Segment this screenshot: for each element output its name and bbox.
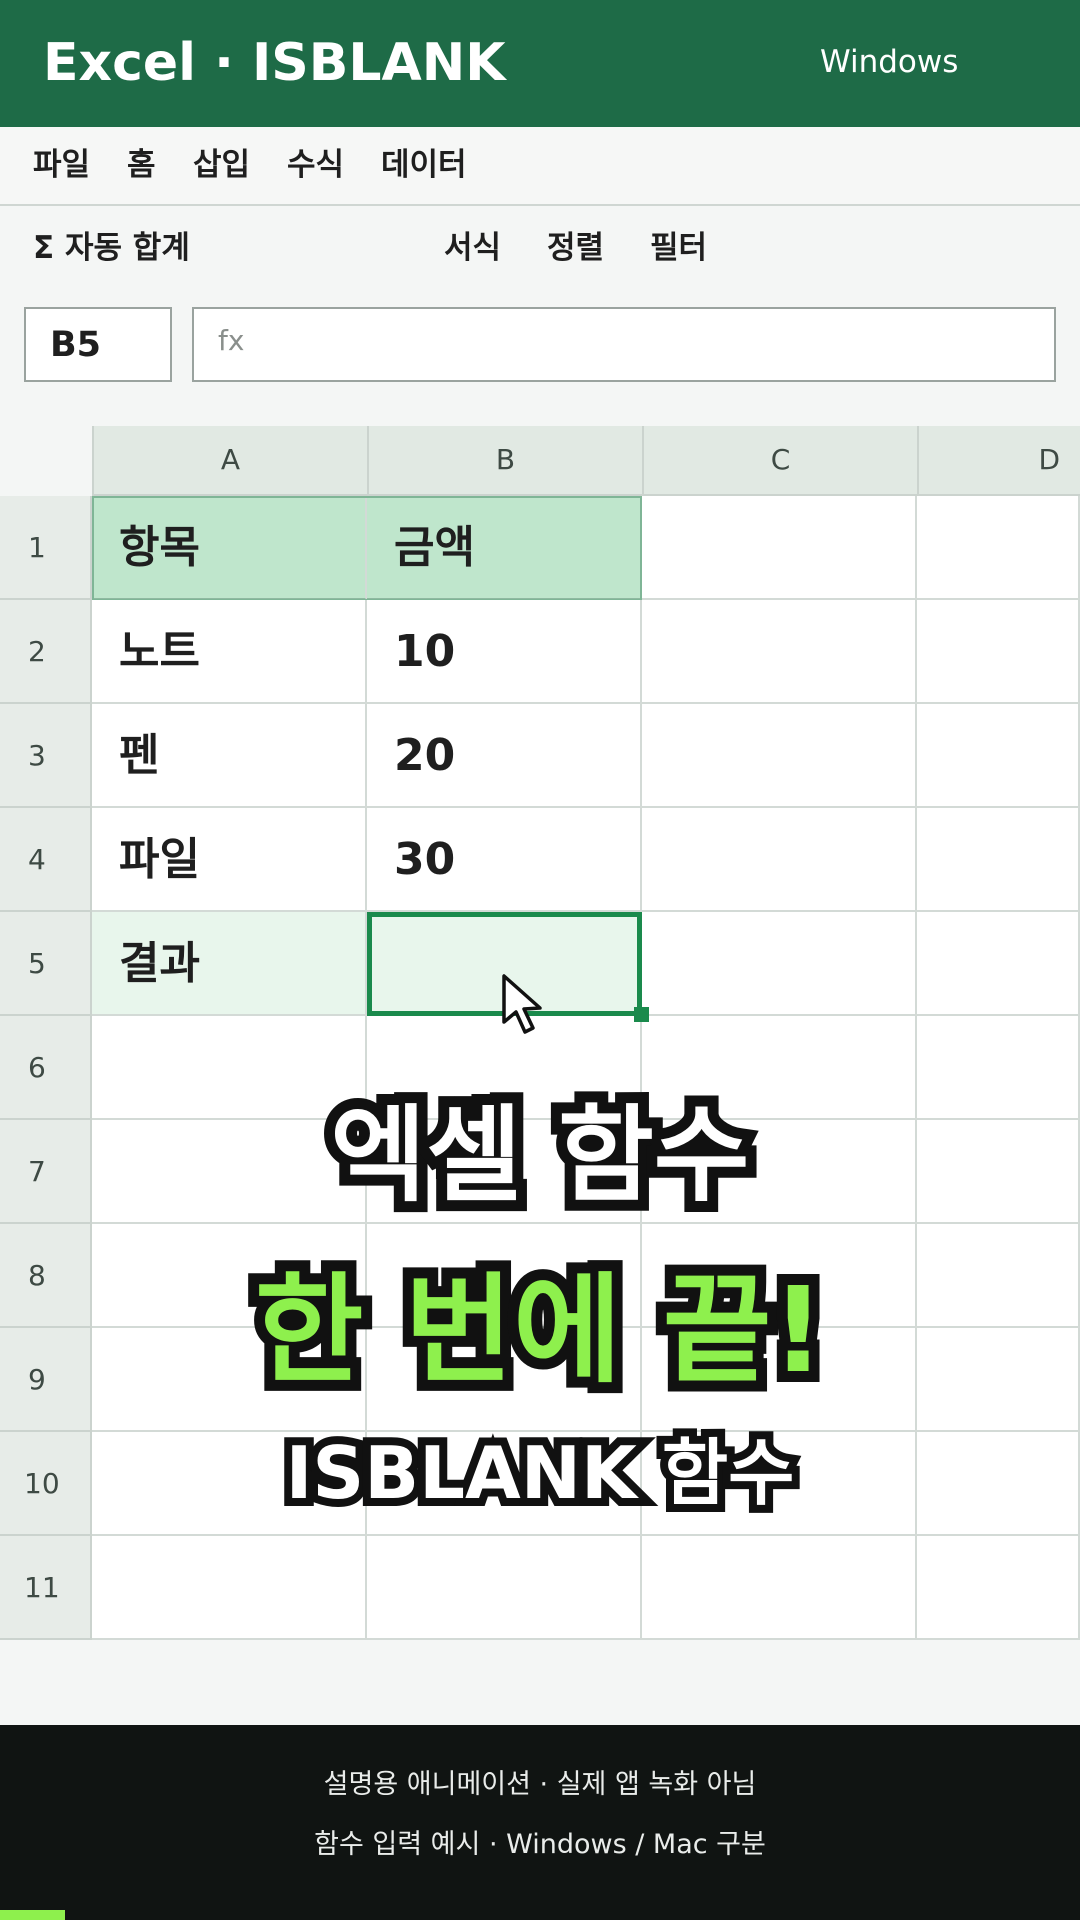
menu-home[interactable]: 홈 [127, 143, 156, 187]
app-title: Excel · ISBLANK [43, 33, 506, 93]
name-box[interactable]: B5 [24, 307, 172, 382]
menu-insert[interactable]: 삽입 [193, 143, 250, 187]
cell-c11[interactable] [642, 1536, 917, 1640]
cell-c2[interactable] [642, 600, 917, 704]
video-progress-fill [0, 1910, 65, 1920]
row-header-4[interactable]: 4 [0, 808, 92, 912]
format-button[interactable]: 서식 [444, 226, 501, 270]
cell-a11[interactable] [92, 1536, 367, 1640]
row-header-1[interactable]: 1 [0, 496, 92, 600]
row-header-2[interactable]: 2 [0, 600, 92, 704]
cell-c4[interactable] [642, 808, 917, 912]
cell-d4[interactable] [917, 808, 1080, 912]
toolbar: Σ 자동 합계 서식 정렬 필터 [0, 206, 1080, 296]
row-header-3[interactable]: 3 [0, 704, 92, 808]
cell-b1[interactable]: 금액 [367, 496, 642, 600]
column-header-d[interactable]: D [917, 426, 1080, 496]
cell-a1[interactable]: 항목 [92, 496, 367, 600]
cell-b3[interactable]: 20 [367, 704, 642, 808]
cell-c1[interactable] [642, 496, 917, 600]
cell-d1[interactable] [917, 496, 1080, 600]
autosum-button[interactable]: Σ 자동 합계 [33, 226, 190, 270]
name-box-value: B5 [50, 325, 102, 365]
row-header-11[interactable]: 11 [0, 1536, 92, 1640]
cell-b11[interactable] [367, 1536, 642, 1640]
ribbon-menu: 파일 홈 삽입 수식 데이터 [0, 127, 1080, 206]
cell-a5[interactable]: 결과 [92, 912, 367, 1016]
cell-c3[interactable] [642, 704, 917, 808]
cell-d5[interactable] [917, 912, 1080, 1016]
mouse-pointer-icon [502, 974, 542, 1034]
overlay-function-name: ISBLANK 함수 [278, 1423, 803, 1523]
menu-formulas[interactable]: 수식 [287, 143, 344, 187]
menu-data[interactable]: 데이터 [381, 143, 467, 187]
overlay-headline: 엑셀 함수 [320, 1083, 761, 1227]
os-label: Windows [820, 44, 959, 80]
menu-file[interactable]: 파일 [33, 143, 90, 187]
column-header-a[interactable]: A [92, 426, 367, 496]
filter-button[interactable]: 필터 [650, 226, 707, 270]
sort-button[interactable]: 정렬 [547, 226, 604, 270]
video-progress-bar [0, 1910, 1080, 1920]
cell-a4[interactable]: 파일 [92, 808, 367, 912]
row-header-5[interactable]: 5 [0, 912, 92, 1016]
cell-a2[interactable]: 노트 [92, 600, 367, 704]
overlay-highlight: 한 번에 끝! [244, 1250, 836, 1410]
cell-d11[interactable] [917, 1536, 1080, 1640]
select-all-corner[interactable] [0, 426, 92, 496]
cell-b4[interactable]: 30 [367, 808, 642, 912]
column-header-b[interactable]: B [367, 426, 642, 496]
footer-note: 함수 입력 예시 · Windows / Mac 구분 [314, 1829, 766, 1860]
title-bar: Excel · ISBLANK Windows [0, 0, 1080, 127]
cell-d2[interactable] [917, 600, 1080, 704]
cell-a3[interactable]: 펜 [92, 704, 367, 808]
column-header-c[interactable]: C [642, 426, 917, 496]
fx-label: fx [218, 324, 245, 357]
formula-bar[interactable]: fx [192, 307, 1056, 382]
cell-d3[interactable] [917, 704, 1080, 808]
footer-disclaimer: 설명용 애니메이션 · 실제 앱 녹화 아님 [323, 1769, 757, 1800]
cell-c5[interactable] [642, 912, 917, 1016]
footer-caption: 설명용 애니메이션 · 실제 앱 녹화 아님 함수 입력 예시 · Window… [0, 1725, 1080, 1920]
fill-handle[interactable] [634, 1007, 649, 1022]
cell-b2[interactable]: 10 [367, 600, 642, 704]
